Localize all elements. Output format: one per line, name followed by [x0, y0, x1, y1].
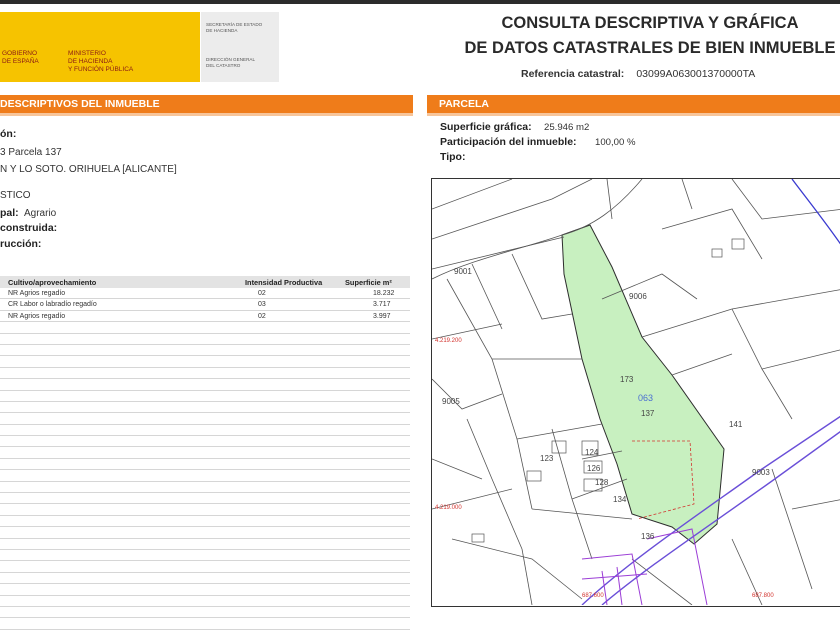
cell-superficie: 3.717 — [373, 301, 391, 309]
cell-superficie: 3.997 — [373, 312, 391, 320]
label-123: 123 — [540, 454, 554, 463]
table-empty-row — [0, 493, 410, 505]
table-row: NR Agrios regadío 02 3.997 — [0, 311, 410, 323]
cell-cultivo: NR Agrios regadío — [8, 312, 66, 320]
cell-intensidad: 02 — [258, 312, 266, 320]
cell-cultivo: CR Labor o labradío regadío — [8, 301, 97, 309]
referencia-catastral: Referencia catastral: 03099A063001370000T… — [521, 68, 755, 80]
superficie-construida-label: construida: — [0, 222, 58, 234]
table-empty-row — [0, 516, 410, 528]
table-empty-row — [0, 447, 410, 459]
participacion-value: 100,00 % — [595, 137, 636, 148]
label-134: 134 — [613, 495, 627, 504]
table-empty-row — [0, 561, 410, 573]
localizacion-label: ón: — [0, 128, 17, 140]
cell-intensidad: 03 — [258, 301, 266, 309]
superficie-grafica-value: 25.946 m2 — [544, 122, 590, 133]
section-header-parcela: PARCELA — [427, 95, 840, 116]
catastro-logo-panel: SECRETARÍA DE ESTADO DE HACIENDA DIRECCI… — [201, 12, 279, 82]
table-empty-row — [0, 356, 410, 368]
table-empty-row — [0, 527, 410, 539]
superficie-grafica-label: Superficie gráfica: — [440, 121, 532, 133]
highlighted-parcel-137[interactable] — [561, 224, 725, 545]
logo-gobierno-text: GOBIERNO DE ESPAÑA — [2, 50, 39, 65]
table-empty-row — [0, 539, 410, 550]
label-9005: 9005 — [442, 397, 460, 406]
cadastral-map[interactable]: 9001 9006 9005 9003 173 063 137 141 123 … — [431, 178, 840, 607]
coord-label-3: 687.600 — [582, 593, 604, 599]
ref-value: 03099A063001370000TA — [636, 68, 756, 80]
table-empty-row — [0, 573, 410, 585]
table-empty-row — [0, 402, 410, 414]
table-row: NR Agrios regadío 02 18.232 — [0, 288, 410, 300]
secretaria-text: SECRETARÍA DE ESTADO DE HACIENDA — [206, 22, 263, 33]
label-9006: 9006 — [629, 292, 647, 301]
table-empty-row — [0, 550, 410, 562]
participacion-label: Participación del inmueble: — [440, 136, 577, 148]
table-empty-row — [0, 459, 410, 471]
localizacion-line1: 3 Parcela 137 — [0, 147, 62, 158]
coord-label-2: 4.219.000 — [435, 505, 462, 511]
table-empty-row — [0, 618, 410, 630]
table-empty-row — [0, 391, 410, 402]
map-canvas: 9001 9006 9005 9003 173 063 137 141 123 … — [432, 179, 840, 605]
ref-label: Referencia catastral: — [521, 68, 625, 80]
label-124: 124 — [585, 448, 599, 457]
label-poligono-063: 063 — [638, 393, 653, 403]
table-empty-rows — [0, 322, 410, 630]
table-empty-row — [0, 413, 410, 425]
coord-label-4: 687.800 — [752, 593, 774, 599]
cell-intensidad: 02 — [258, 290, 266, 297]
tipo-label: Tipo: — [440, 151, 466, 163]
label-136: 136 — [641, 532, 655, 541]
table-empty-row — [0, 368, 410, 380]
direccion-text: DIRECCIÓN GENERAL DEL CATASTRO — [206, 57, 256, 68]
cultivo-table: Cultivo/aprovechamiento Intensidad Produ… — [0, 276, 410, 630]
table-empty-row — [0, 322, 410, 334]
label-9001: 9001 — [454, 267, 472, 276]
table-empty-row — [0, 334, 410, 345]
coord-label-1: 4.219.200 — [435, 338, 462, 344]
label-128: 128 — [595, 478, 609, 487]
table-empty-row — [0, 470, 410, 482]
cell-superficie: 18.232 — [373, 290, 395, 297]
table-empty-row — [0, 504, 410, 516]
header-superficie: Superficie m² — [345, 278, 392, 287]
uso-value: Agrario — [24, 208, 57, 219]
cell-cultivo: NR Agrios regadío — [8, 290, 66, 297]
label-173: 173 — [620, 375, 634, 384]
government-logo: GOBIERNO DE ESPAÑA MINISTERIO DE HACIEND… — [0, 12, 200, 82]
table-empty-row — [0, 596, 410, 607]
label-126: 126 — [587, 464, 601, 473]
document-title-line2: DE DATOS CATASTRALES DE BIEN INMUEBLE — [464, 39, 836, 57]
table-empty-row — [0, 436, 410, 448]
uso-label: pal: — [0, 207, 19, 219]
label-141: 141 — [729, 420, 743, 429]
table-empty-row — [0, 345, 410, 357]
label-9003: 9003 — [752, 468, 770, 477]
table-header: Cultivo/aprovechamiento Intensidad Produ… — [0, 276, 410, 288]
table-empty-row — [0, 482, 410, 494]
header-cultivo: Cultivo/aprovechamiento — [8, 278, 97, 287]
document-title-line1: CONSULTA DESCRIPTIVA Y GRÁFICA — [501, 14, 799, 32]
table-empty-row — [0, 379, 410, 391]
river-line — [791, 179, 840, 245]
section-header-descriptivos: DESCRIPTIVOS DEL INMUEBLE — [0, 95, 413, 116]
table-empty-row — [0, 425, 410, 437]
table-empty-row — [0, 607, 410, 619]
top-border-line — [0, 0, 840, 4]
label-137: 137 — [641, 409, 655, 418]
construccion-label: rucción: — [0, 238, 42, 250]
logo-ministerio-text: MINISTERIO DE HACIENDA Y FUNCIÓN PÚBLICA — [68, 50, 134, 73]
header-intensidad: Intensidad Productiva — [245, 278, 323, 287]
table-empty-row — [0, 584, 410, 596]
table-row: CR Labor o labradío regadío 03 3.717 — [0, 299, 410, 311]
clase-value: STICO — [0, 190, 31, 201]
localizacion-line2: N Y LO SOTO. ORIHUELA [ALICANTE] — [0, 164, 177, 175]
